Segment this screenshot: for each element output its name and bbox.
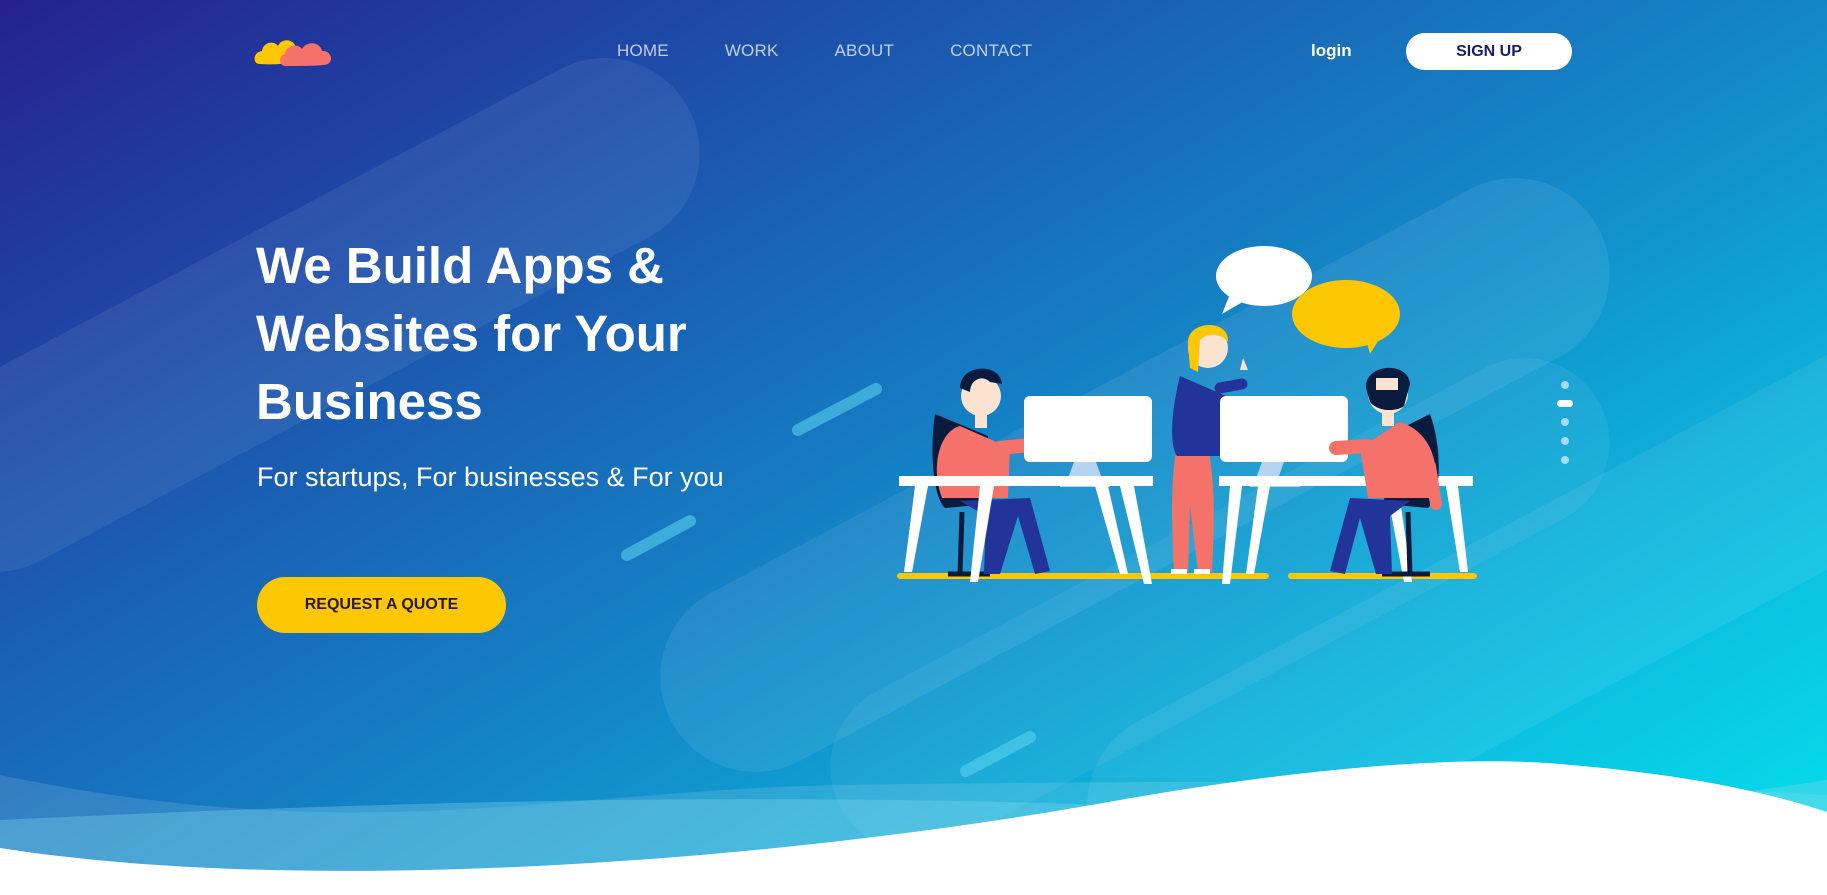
team-illustration (897, 246, 1477, 584)
headline-line-3: Business (256, 373, 483, 430)
slider-dot-3[interactable] (1561, 418, 1569, 426)
brand-logo-icon[interactable] (254, 24, 334, 70)
nav-item-home[interactable]: HOME (617, 41, 669, 61)
hero-section: HOME WORK ABOUT CONTACT login SIGN UP We… (0, 0, 1827, 895)
headline-line-1: We Build Apps & (256, 237, 664, 294)
sign-up-button[interactable]: SIGN UP (1406, 33, 1572, 70)
slider-pagination (1556, 381, 1574, 475)
slider-dot-1[interactable] (1561, 381, 1569, 389)
yellow-speech-bubble-icon (1292, 280, 1400, 354)
hero-subtitle: For startups, For businesses & For you (257, 462, 724, 492)
nav-item-contact[interactable]: CONTACT (950, 41, 1032, 61)
hero-headline: We Build Apps & Websites for Your Busine… (256, 232, 816, 436)
login-link[interactable]: login (1311, 41, 1352, 61)
main-navigation: HOME WORK ABOUT CONTACT (617, 41, 1088, 61)
slider-dot-2[interactable] (1557, 400, 1573, 407)
headline-line-2: Websites for Your (256, 305, 687, 362)
request-quote-button[interactable]: REQUEST A QUOTE (257, 577, 506, 633)
slider-dot-4[interactable] (1561, 437, 1569, 445)
nav-item-work[interactable]: WORK (725, 41, 779, 61)
nav-item-about[interactable]: ABOUT (835, 41, 895, 61)
slider-dot-5[interactable] (1561, 456, 1569, 464)
